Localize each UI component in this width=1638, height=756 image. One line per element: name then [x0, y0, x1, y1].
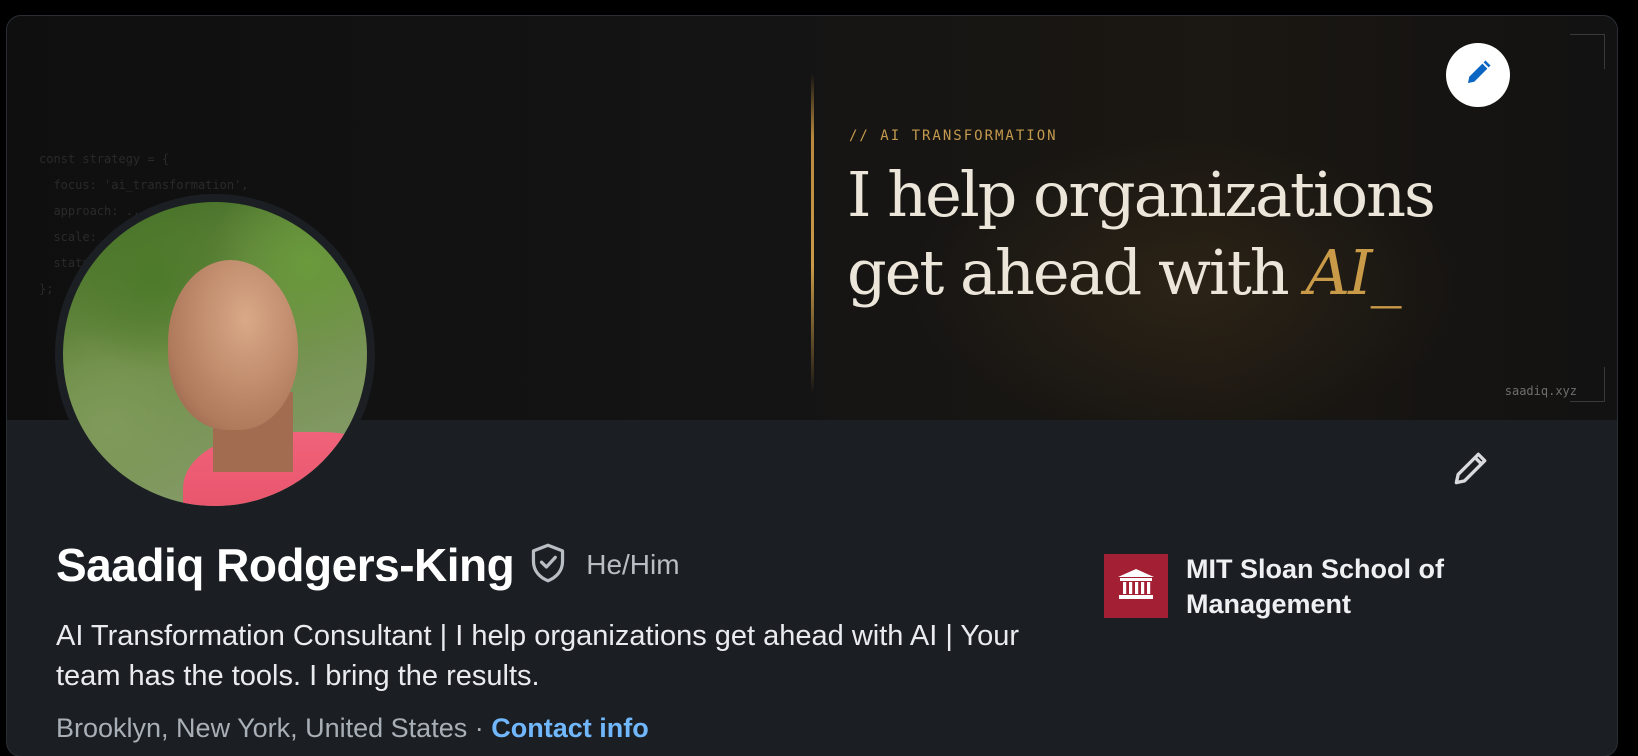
pencil-icon: [1463, 58, 1493, 93]
pronouns: He/Him: [586, 549, 680, 580]
banner-site-tag: saadiq.xyz: [1504, 384, 1577, 398]
profile-card: const strategy = { focus: 'ai_transforma…: [7, 16, 1617, 756]
banner-headline: I help organizations get ahead with AI_: [847, 156, 1547, 312]
avatar-head: [168, 260, 298, 430]
banner-headline-accent: AI_: [1305, 236, 1401, 309]
pencil-icon: [1449, 446, 1493, 495]
location-separator: ·: [474, 713, 492, 743]
school-logo: [1104, 554, 1168, 618]
banner-corner-top-right: [1570, 34, 1605, 69]
school-name: MIT Sloan School of Management: [1186, 554, 1444, 619]
banner-accent-rule: [811, 74, 814, 394]
banner-headline-line2-prefix: get ahead with: [847, 236, 1306, 309]
building-columns-icon: [1116, 567, 1156, 606]
banner-headline-line2: get ahead with AI_: [847, 234, 1547, 312]
profile-location: Brooklyn, New York, United States: [56, 713, 468, 743]
name-row: Saadiq Rodgers-King He/Him: [56, 538, 680, 592]
verified-shield-icon[interactable]: [528, 542, 568, 589]
profile-name: Saadiq Rodgers-King: [56, 539, 515, 591]
banner-eyebrow: // AI TRANSFORMATION: [849, 128, 1058, 144]
edit-banner-button[interactable]: [1446, 43, 1510, 107]
edit-profile-button[interactable]: [1441, 440, 1501, 500]
education-item[interactable]: MIT Sloan School of Management: [1104, 554, 1486, 622]
location-row: Brooklyn, New York, United States · Cont…: [56, 713, 649, 744]
avatar-photo: [63, 202, 367, 506]
avatar[interactable]: [55, 194, 375, 514]
profile-headline: AI Transformation Consultant | I help or…: [56, 620, 1019, 692]
contact-info-link[interactable]: Contact info: [491, 713, 648, 743]
banner-headline-line1: I help organizations: [847, 158, 1436, 231]
